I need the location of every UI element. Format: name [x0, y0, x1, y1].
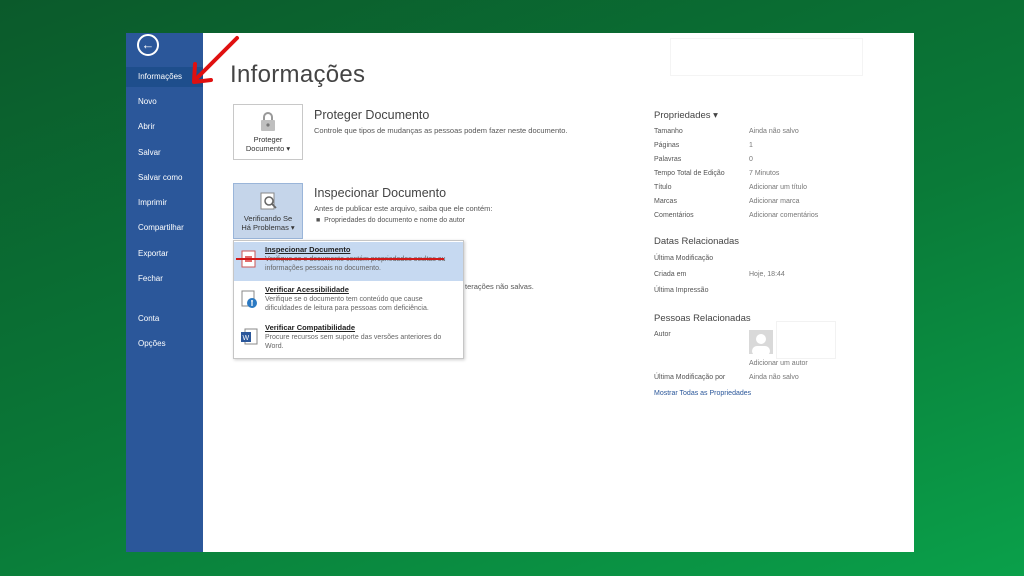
menu-item-inspect-document[interactable]: Inspecionar Documento Verifique se o doc…	[234, 242, 463, 281]
lock-icon	[261, 112, 275, 131]
menu-item-inspect-title: Inspecionar Documento	[265, 245, 351, 254]
last-modified-by-key: Última Modificação por	[654, 374, 726, 381]
last-modified-by-value: Ainda não salvo	[749, 374, 799, 381]
nav-item-conta[interactable]: Conta	[126, 309, 203, 329]
protect-title: Proteger Documento	[314, 108, 430, 122]
accessibility-icon	[241, 290, 257, 308]
prop-val-comments[interactable]: Adicionar comentários	[749, 212, 818, 219]
prop-val-edit-time: 7 Minutos	[749, 170, 780, 177]
nav-item-salvar-como[interactable]: Salvar como	[126, 168, 203, 188]
protect-button-label-2: Documento ▾	[245, 144, 291, 153]
author-name-box	[776, 321, 836, 359]
prop-val-pages: 1	[749, 142, 753, 149]
prop-key-pages: Páginas	[654, 142, 680, 149]
menu-item-check-compatibility[interactable]: W Verificar Compatibilidade Procure recu…	[234, 320, 463, 359]
prop-val-title[interactable]: Adicionar um título	[749, 184, 807, 191]
avatar	[749, 330, 773, 354]
check-issues-label-2: Há Problemas ▾	[241, 223, 295, 232]
menu-item-accessibility-desc: Verifique se o documento tem conteúdo qu…	[265, 296, 429, 312]
red-arrow-annotation	[192, 36, 239, 84]
prop-val-size: Ainda não salvo	[749, 128, 799, 135]
nav-item-fechar[interactable]: Fechar	[126, 269, 203, 289]
account-area	[670, 38, 863, 76]
nav-item-imprimir[interactable]: Imprimir	[126, 193, 203, 213]
check-issues-label-1: Verificando Se	[243, 214, 293, 223]
prop-key-tags: Marcas	[654, 198, 677, 205]
prop-key-size: Tamanho	[654, 128, 683, 135]
properties-header[interactable]: Propriedades ▾	[654, 110, 718, 121]
svg-text:W: W	[243, 335, 250, 342]
author-key: Autor	[654, 331, 671, 338]
prop-val-tags[interactable]: Adicionar marca	[749, 198, 800, 205]
prop-val-words: 0	[749, 156, 753, 163]
inspect-icon	[260, 192, 277, 210]
nav-item-novo[interactable]: Novo	[126, 92, 203, 112]
partially-hidden-text: terações não salvas.	[465, 282, 534, 291]
inspect-bullet-text: Propriedades do documento e nome do auto…	[324, 217, 465, 224]
inspect-title: Inspecionar Documento	[314, 186, 447, 200]
prop-key-words: Palavras	[654, 156, 682, 163]
add-author-link[interactable]: Adicionar um autor	[749, 360, 808, 367]
nav-item-abrir[interactable]: Abrir	[126, 117, 203, 137]
date-key-created: Criada em	[654, 271, 687, 278]
menu-item-compatibility-desc: Procure recursos sem suporte das versões…	[265, 334, 442, 350]
red-underline-annotation	[236, 258, 444, 260]
protect-button-label-1: Proteger	[253, 135, 283, 144]
backstage-sidebar: ← Informações Novo Abrir Salvar Salvar c…	[126, 33, 203, 552]
menu-item-accessibility-title: Verificar Acessibilidade	[265, 285, 349, 294]
compatibility-icon: W	[241, 328, 258, 345]
info-panel: Informações Proteger Documento ▾ Protege…	[203, 33, 914, 552]
prop-key-edit-time: Tempo Total de Edição	[654, 170, 725, 177]
date-key-last-printed: Última Impressão	[654, 287, 709, 294]
inspect-description: Antes de publicar este arquivo, saiba qu…	[314, 204, 493, 213]
back-arrow-icon[interactable]: ←	[137, 34, 159, 56]
protect-description: Controle que tipos de mudanças as pessoa…	[314, 126, 568, 135]
menu-item-check-accessibility[interactable]: Verificar Acessibilidade Verifique se o …	[234, 282, 463, 321]
inspect-bullet: ■ Propriedades do documento e nome do au…	[316, 217, 465, 224]
person-icon	[752, 334, 770, 354]
related-dates-header: Datas Relacionadas	[654, 236, 740, 247]
word-backstage-window: ← Informações Novo Abrir Salvar Salvar c…	[126, 33, 914, 552]
check-issues-button[interactable]: Verificando Se Há Problemas ▾	[233, 183, 303, 239]
date-val-created: Hoje, 18:44	[749, 271, 785, 278]
nav-item-compartilhar[interactable]: Compartilhar	[126, 218, 203, 238]
date-key-last-modified: Última Modificação	[654, 255, 714, 262]
page-title: Informações	[230, 61, 366, 88]
nav-item-exportar[interactable]: Exportar	[126, 244, 203, 264]
menu-item-compatibility-title: Verificar Compatibilidade	[265, 323, 356, 332]
show-all-properties-link[interactable]: Mostrar Todas as Propriedades	[654, 390, 751, 397]
prop-key-comments: Comentários	[654, 212, 694, 219]
prop-key-title: Título	[654, 184, 672, 191]
protect-document-button[interactable]: Proteger Documento ▾	[233, 104, 303, 160]
nav-item-opcoes[interactable]: Opções	[126, 334, 203, 354]
nav-item-salvar[interactable]: Salvar	[126, 143, 203, 163]
related-people-header: Pessoas Relacionadas	[654, 313, 751, 324]
